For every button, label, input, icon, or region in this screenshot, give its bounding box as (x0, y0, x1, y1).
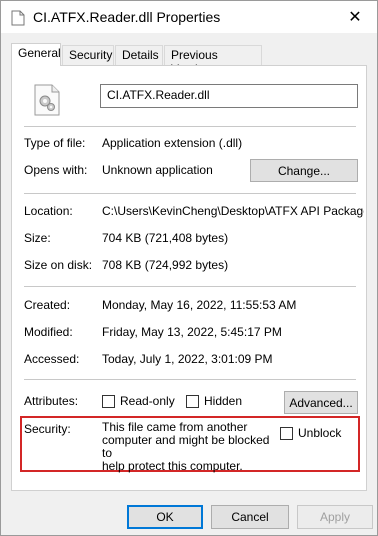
tab-previous-versions[interactable]: Previous Versions (164, 45, 262, 76)
ok-button[interactable]: OK (127, 505, 203, 529)
size-label: Size: (24, 231, 51, 245)
type-of-file-label: Type of file: (24, 136, 86, 150)
tab-details[interactable]: Details (115, 45, 163, 65)
checkbox-box[interactable] (102, 394, 115, 408)
security-label: Security: (24, 422, 71, 436)
hidden-checkbox[interactable]: Hidden (186, 394, 242, 408)
opens-with-value: Unknown application (102, 163, 213, 177)
divider (24, 193, 356, 194)
accessed-value: Today, July 1, 2022, 3:01:09 PM (102, 352, 273, 366)
hidden-label: Hidden (204, 394, 243, 408)
properties-window: CI.ATFX.Reader.dll Properties ✕ General … (0, 0, 378, 536)
modified-label: Modified: (24, 325, 73, 339)
attributes-label: Attributes: (24, 394, 79, 408)
created-value: Monday, May 16, 2022, 11:55:53 AM (102, 298, 297, 312)
tab-general[interactable]: General (11, 43, 61, 66)
size-on-disk-value: 708 KB (724,992 bytes) (102, 258, 229, 272)
advanced-button[interactable]: Advanced... (284, 391, 358, 414)
filename-field[interactable]: CI.ATFX.Reader.dll (100, 84, 358, 108)
location-label: Location: (24, 204, 73, 218)
checkbox-box[interactable] (280, 426, 293, 440)
security-message-line: computer and might be blocked to (102, 433, 270, 460)
divider (24, 126, 356, 127)
close-button[interactable]: ✕ (335, 1, 375, 33)
size-on-disk-label: Size on disk: (24, 258, 93, 272)
type-of-file-value: Application extension (.dll) (102, 136, 243, 150)
accessed-label: Accessed: (24, 352, 80, 366)
checkbox-box[interactable] (186, 394, 199, 408)
title-bar[interactable]: CI.ATFX.Reader.dll Properties ✕ (1, 1, 377, 33)
readonly-label: Read-only (120, 394, 175, 408)
window-title: CI.ATFX.Reader.dll Properties (33, 9, 221, 25)
dll-gear-icon (34, 84, 60, 116)
opens-with-label: Opens with: (24, 163, 88, 177)
unblock-checkbox[interactable]: Unblock (280, 426, 341, 440)
change-button[interactable]: Change... (250, 159, 358, 182)
tab-security[interactable]: Security (62, 45, 114, 65)
document-icon (11, 10, 25, 26)
security-message: This file came from another computer and… (102, 421, 282, 473)
apply-button[interactable]: Apply (297, 505, 373, 529)
cancel-button[interactable]: Cancel (211, 505, 289, 529)
divider (24, 379, 356, 380)
divider (24, 286, 356, 287)
unblock-label: Unblock (298, 426, 342, 440)
general-panel: CI.ATFX.Reader.dll Type of file: Applica… (11, 65, 367, 491)
location-value: C:\Users\KevinCheng\Desktop\ATFX API Pac… (102, 204, 364, 218)
close-icon: ✕ (348, 9, 362, 26)
size-value: 704 KB (721,408 bytes) (102, 231, 229, 245)
security-message-line: help protect this computer. (102, 459, 243, 473)
created-label: Created: (24, 298, 71, 312)
readonly-checkbox[interactable]: Read-only (102, 394, 175, 408)
modified-value: Friday, May 13, 2022, 5:45:17 PM (102, 325, 282, 339)
